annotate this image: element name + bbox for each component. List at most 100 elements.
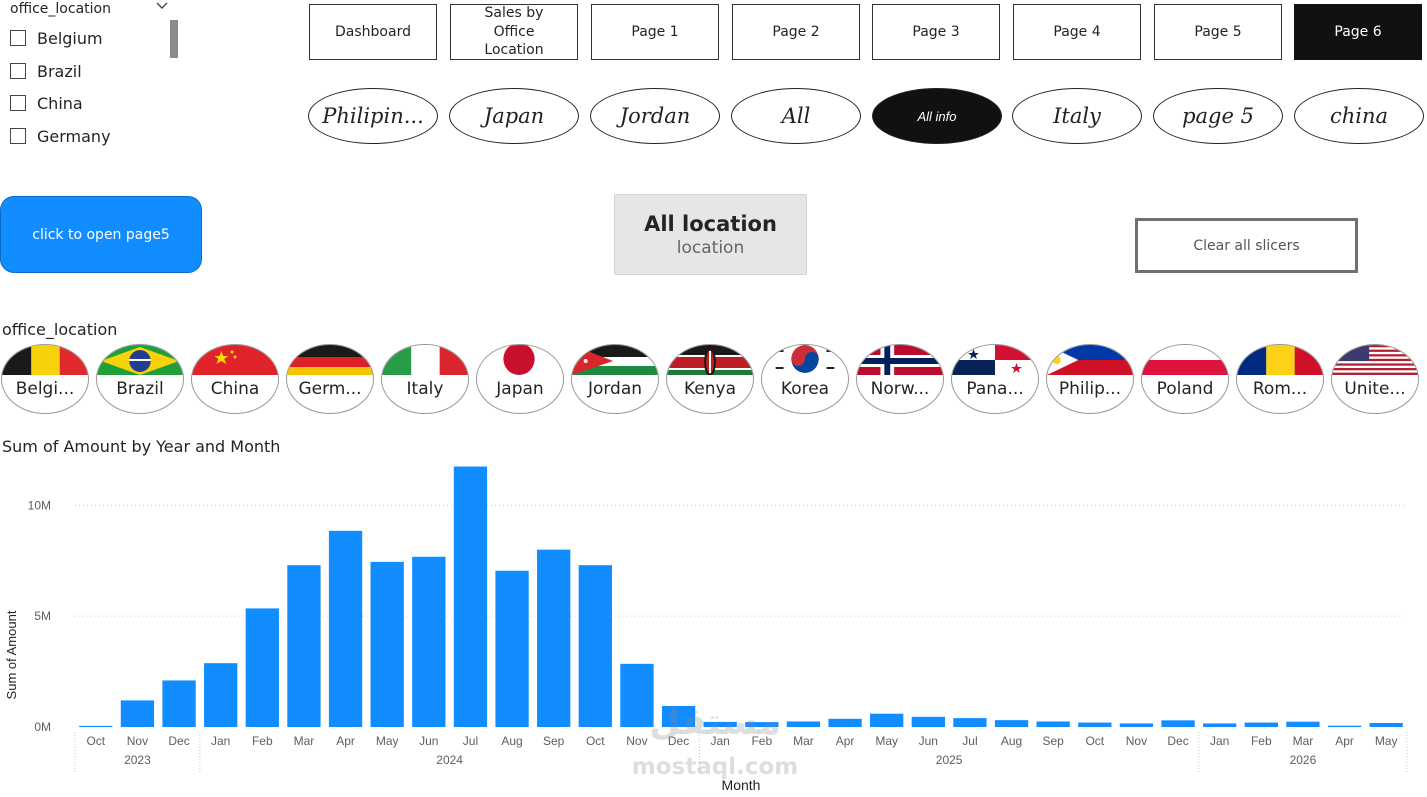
flag-item-poland[interactable]: Poland xyxy=(1141,344,1229,414)
bar[interactable] xyxy=(204,663,238,727)
flag-item-belgium[interactable]: Belgi... xyxy=(1,344,89,414)
bar[interactable] xyxy=(953,718,987,727)
flag-item-brazil[interactable]: Brazil xyxy=(96,344,184,414)
slicer-item-brazil[interactable]: Brazil xyxy=(10,59,82,83)
usa-flag-icon xyxy=(1332,345,1418,375)
slicer-item-china[interactable]: China xyxy=(10,91,83,115)
flag-item-korea[interactable]: Korea xyxy=(761,344,849,414)
flag-item-italy[interactable]: Italy xyxy=(381,344,469,414)
bar[interactable] xyxy=(370,561,404,727)
bar[interactable] xyxy=(453,466,488,727)
oval-button-all-info[interactable]: All info xyxy=(872,88,1002,144)
bar[interactable] xyxy=(1036,721,1070,727)
year-label: 2025 xyxy=(936,753,963,767)
oval-button-italy[interactable]: Italy xyxy=(1012,88,1142,144)
flag-item-kenya[interactable]: Kenya xyxy=(666,344,754,414)
bar[interactable] xyxy=(162,680,196,727)
nav-button-page-3[interactable]: Page 3 xyxy=(872,4,1000,60)
bar[interactable] xyxy=(786,721,821,727)
bar[interactable] xyxy=(745,722,779,727)
bar[interactable] xyxy=(620,663,654,727)
japan-flag-icon xyxy=(477,345,563,375)
bar[interactable] xyxy=(661,705,696,727)
bar[interactable] xyxy=(328,530,363,727)
bar[interactable] xyxy=(1369,723,1403,727)
bar[interactable] xyxy=(1078,722,1112,727)
bar[interactable] xyxy=(994,720,1029,727)
flag-item-china[interactable]: China xyxy=(191,344,279,414)
flag-item-norway[interactable]: Norw... xyxy=(856,344,944,414)
nav-button-page-6[interactable]: Page 6 xyxy=(1294,4,1422,60)
slicer-item-label: Germany xyxy=(37,126,111,146)
checkbox[interactable] xyxy=(10,95,26,111)
year-label: 2024 xyxy=(436,753,463,767)
slicer-item-label: Brazil xyxy=(37,61,82,81)
y-tick-label: 10M xyxy=(28,498,51,512)
flag-item-label: Japan xyxy=(496,379,544,399)
slicer-item-germany[interactable]: Germany xyxy=(10,124,111,148)
oval-button-japan[interactable]: Japan xyxy=(449,88,579,144)
checkbox[interactable] xyxy=(10,63,26,79)
flag-item-panama[interactable]: Pana... xyxy=(951,344,1039,414)
x-tick-label: Jul xyxy=(463,734,478,748)
flag-item-label: Italy xyxy=(406,379,444,399)
oval-button-page-5[interactable]: page 5 xyxy=(1153,88,1283,144)
nav-button-page-4[interactable]: Page 4 xyxy=(1013,4,1141,60)
nav-button-sales-by-office-location[interactable]: Sales by Office Location xyxy=(450,4,578,60)
flag-item-label: Belgi... xyxy=(15,379,75,399)
bar[interactable] xyxy=(245,608,279,727)
nav-button-page-1[interactable]: Page 1 xyxy=(591,4,719,60)
x-tick-label: Feb xyxy=(751,734,772,748)
bar[interactable] xyxy=(911,716,945,727)
flag-item-label: China xyxy=(210,379,260,399)
bar[interactable] xyxy=(1244,722,1278,727)
bar[interactable] xyxy=(1119,723,1154,727)
flag-item-united-states[interactable]: Unite... xyxy=(1331,344,1419,414)
bar[interactable] xyxy=(1327,725,1362,727)
slicer-item-belgium[interactable]: Belgium xyxy=(10,26,103,50)
norway-flag-icon xyxy=(857,345,943,375)
bar[interactable] xyxy=(495,570,529,727)
panama-flag-icon xyxy=(952,345,1038,375)
x-tick-label: Nov xyxy=(127,734,148,748)
flag-item-japan[interactable]: Japan xyxy=(476,344,564,414)
oval-button-all[interactable]: All xyxy=(731,88,861,144)
x-tick-label: Jul xyxy=(962,734,977,748)
chevron-down-icon[interactable] xyxy=(154,0,170,14)
x-tick-label: Apr xyxy=(836,734,855,748)
bar[interactable] xyxy=(537,549,571,727)
nav-button-page-2[interactable]: Page 2 xyxy=(732,4,860,60)
bar[interactable] xyxy=(412,556,446,727)
flag-item-label: Brazil xyxy=(116,379,164,399)
open-page5-button[interactable]: click to open page5 xyxy=(0,196,202,273)
oval-button-china[interactable]: china xyxy=(1294,88,1424,144)
bar[interactable] xyxy=(287,565,321,727)
nav-button-page-5[interactable]: Page 5 xyxy=(1154,4,1282,60)
bar[interactable] xyxy=(1161,720,1195,727)
flag-item-jordan[interactable]: Jordan xyxy=(571,344,659,414)
bar[interactable] xyxy=(828,718,862,727)
x-tick-label: Oct xyxy=(86,734,105,748)
nav-button-dashboard[interactable]: Dashboard xyxy=(309,4,437,60)
bar[interactable] xyxy=(1203,723,1237,727)
x-tick-label: May xyxy=(875,734,898,748)
flag-item-germany[interactable]: Germ... xyxy=(286,344,374,414)
slicer-title: office_location xyxy=(10,1,111,17)
bar[interactable] xyxy=(1286,721,1320,727)
flag-item-label: Norw... xyxy=(870,379,930,399)
checkbox[interactable] xyxy=(10,30,26,46)
bar[interactable] xyxy=(120,700,155,727)
x-tick-label: Jun xyxy=(919,734,938,748)
checkbox[interactable] xyxy=(10,128,26,144)
oval-button-jordan[interactable]: Jordan xyxy=(590,88,720,144)
slicer-scrollbar[interactable] xyxy=(170,20,178,58)
flag-item-romania[interactable]: Rom... xyxy=(1236,344,1324,414)
bar[interactable] xyxy=(578,565,612,727)
oval-button-philippines[interactable]: Philipin... xyxy=(308,88,438,144)
clear-slicers-button[interactable]: Clear all slicers xyxy=(1135,218,1358,273)
bar[interactable] xyxy=(870,713,904,727)
flag-item-philippines[interactable]: Philip... xyxy=(1046,344,1134,414)
flag-item-label: Poland xyxy=(1156,379,1214,399)
bar[interactable] xyxy=(703,721,737,727)
bar[interactable] xyxy=(79,725,113,727)
